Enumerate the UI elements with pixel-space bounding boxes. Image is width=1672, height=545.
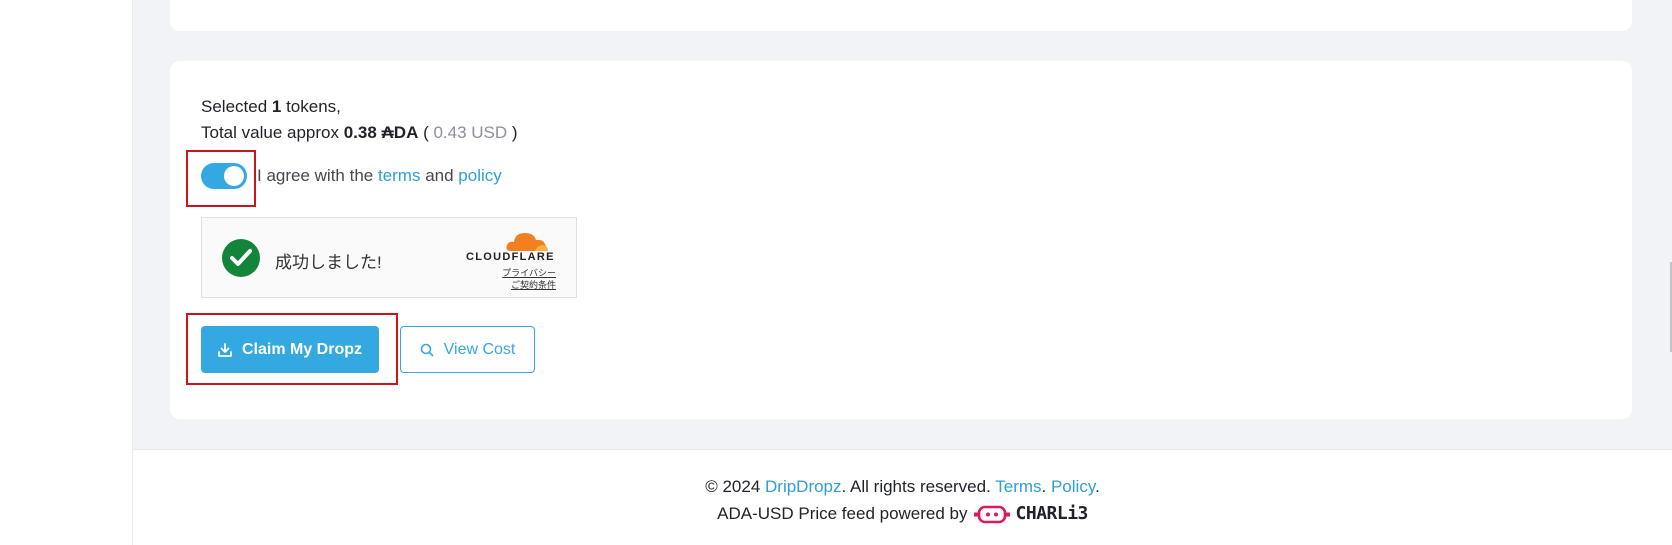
selection-summary: Selected 1 tokens, Total value approx 0.… — [201, 94, 518, 146]
usd-value: 0.43 USD — [433, 123, 508, 142]
price-feed-text: ADA-USD Price feed powered by — [717, 503, 968, 523]
cloudflare-captcha-widget[interactable]: 成功しました! CLOUDFLARE プライバシー ご契約条件 — [201, 217, 577, 298]
footer-terms-link[interactable]: Terms — [995, 477, 1041, 496]
cloudflare-logo: CLOUDFLARE — [466, 251, 555, 263]
agree-label-mid: and — [420, 166, 459, 185]
token-count: 1 — [271, 97, 282, 116]
claim-card: Selected 1 tokens, Total value approx 0.… — [170, 61, 1632, 419]
agree-label: I agree with the — [257, 166, 378, 185]
captcha-links: プライバシー ご契約条件 — [502, 267, 556, 291]
download-icon — [218, 342, 232, 357]
charli3-robot-icon — [973, 505, 1010, 523]
dripdropz-link[interactable]: DripDropz — [765, 477, 842, 496]
previous-card — [170, 0, 1632, 31]
total-value-line: Total value approx 0.38 ₳DA ( 0.43 USD ) — [201, 123, 518, 142]
captcha-privacy-link[interactable]: プライバシー — [502, 267, 556, 279]
page-footer: © 2024 DripDropz. All rights reserved. T… — [133, 449, 1672, 545]
toggle-knob — [224, 166, 244, 186]
search-icon — [420, 343, 433, 356]
captcha-status: 成功しました! — [275, 253, 382, 272]
price-feed-line: ADA-USD Price feed powered by CHARLi3 — [133, 503, 1672, 524]
view-cost-button[interactable]: View Cost — [400, 326, 535, 373]
cloudflare-cloud-icon — [506, 233, 548, 251]
charli3-wordmark: CHARLi3 — [1015, 503, 1089, 524]
left-sidebar — [0, 0, 133, 545]
selected-tokens-line: Selected 1 tokens, — [201, 97, 341, 116]
footer-policy-link[interactable]: Policy — [1051, 477, 1095, 496]
claim-button-label: Claim My Dropz — [241, 340, 362, 358]
claim-my-dropz-button[interactable]: Claim My Dropz — [201, 326, 379, 373]
charli3-logo[interactable]: CHARLi3 — [973, 503, 1089, 524]
captcha-terms-link[interactable]: ご契約条件 — [502, 279, 556, 291]
terms-link[interactable]: terms — [378, 166, 421, 186]
check-circle-icon — [222, 239, 260, 277]
agree-toggle[interactable] — [201, 163, 247, 189]
copyright-line: © 2024 DripDropz. All rights reserved. T… — [705, 477, 1100, 496]
agreement-row: I agree with the terms and policy — [201, 162, 502, 190]
view-cost-label: View Cost — [443, 340, 516, 358]
ada-value: 0.38 ₳DA — [343, 123, 419, 142]
policy-link[interactable]: policy — [458, 166, 501, 186]
